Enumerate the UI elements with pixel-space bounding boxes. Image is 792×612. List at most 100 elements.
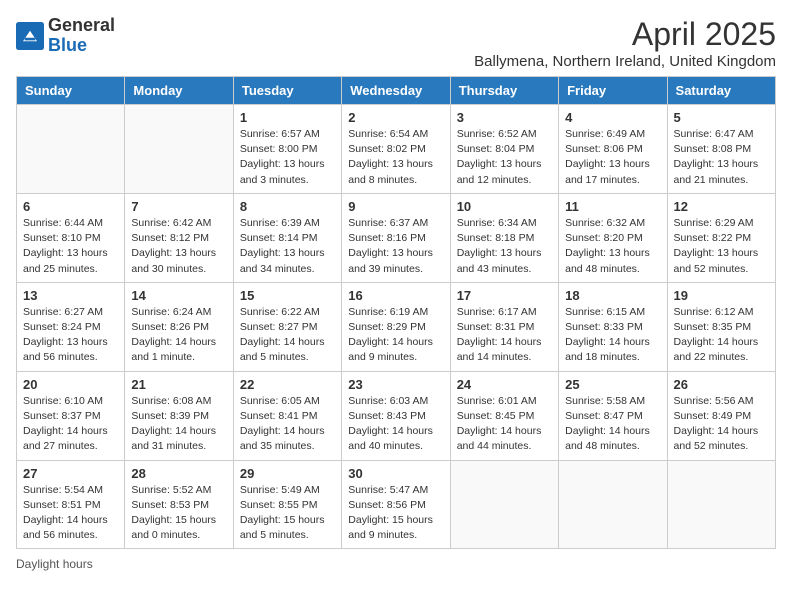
day-info: Sunrise: 6:27 AMSunset: 8:24 PMDaylight:…: [23, 305, 118, 366]
calendar-cell: [559, 460, 667, 549]
day-info: Sunrise: 5:47 AMSunset: 8:56 PMDaylight:…: [348, 483, 443, 544]
day-number: 13: [23, 288, 118, 303]
day-header-wednesday: Wednesday: [342, 77, 450, 105]
logo: General Blue: [16, 16, 115, 56]
logo-general-text: General: [48, 15, 115, 35]
calendar-cell: 30 Sunrise: 5:47 AMSunset: 8:56 PMDayligh…: [342, 460, 450, 549]
calendar-cell: 21Sunrise: 6:08 AMSunset: 8:39 PMDayligh…: [125, 371, 233, 460]
day-number: 5: [674, 110, 769, 125]
day-number: 20: [23, 377, 118, 392]
day-number: 28: [131, 466, 226, 481]
day-number: 14: [131, 288, 226, 303]
day-info: Sunrise: 5:54 AMSunset: 8:51 PMDaylight:…: [23, 483, 118, 544]
day-info: Sunrise: 6:54 AMSunset: 8:02 PMDaylight:…: [348, 127, 443, 188]
day-header-friday: Friday: [559, 77, 667, 105]
day-info: Sunrise: 6:32 AMSunset: 8:20 PMDaylight:…: [565, 216, 660, 277]
calendar-cell: 12 Sunrise: 6:29 AMSunset: 8:22 PMDayligh…: [667, 193, 775, 282]
day-header-monday: Monday: [125, 77, 233, 105]
day-number: 19: [674, 288, 769, 303]
calendar-cell: 8Sunrise: 6:39 AMSunset: 8:14 PMDaylight…: [233, 193, 341, 282]
calendar-week-row: 13 Sunrise: 6:27 AMSunset: 8:24 PMDayligh…: [17, 282, 776, 371]
day-info: Sunrise: 5:52 AMSunset: 8:53 PMDaylight:…: [131, 483, 226, 544]
day-header-sunday: Sunday: [17, 77, 125, 105]
day-info: Sunrise: 6:03 AMSunset: 8:43 PMDaylight:…: [348, 394, 443, 455]
calendar-week-row: 20 Sunrise: 6:10 AMSunset: 8:37 PMDayligh…: [17, 371, 776, 460]
day-info: Sunrise: 6:05 AMSunset: 8:41 PMDaylight:…: [240, 394, 335, 455]
day-header-thursday: Thursday: [450, 77, 558, 105]
day-number: 22: [240, 377, 335, 392]
day-number: 9: [348, 199, 443, 214]
calendar-cell: 24Sunrise: 6:01 AMSunset: 8:45 PMDayligh…: [450, 371, 558, 460]
day-info: Sunrise: 6:47 AMSunset: 8:08 PMDaylight:…: [674, 127, 769, 188]
calendar-cell: 18 Sunrise: 6:15 AMSunset: 8:33 PMDayligh…: [559, 282, 667, 371]
calendar-header-row: SundayMondayTuesdayWednesdayThursdayFrid…: [17, 77, 776, 105]
day-number: 21: [131, 377, 226, 392]
calendar-week-row: 6 Sunrise: 6:44 AMSunset: 8:10 PMDaylight…: [17, 193, 776, 282]
day-info: Sunrise: 6:19 AMSunset: 8:29 PMDaylight:…: [348, 305, 443, 366]
calendar-cell: 28 Sunrise: 5:52 AMSunset: 8:53 PMDayligh…: [125, 460, 233, 549]
calendar-cell: 3 Sunrise: 6:52 AMSunset: 8:04 PMDaylight…: [450, 105, 558, 194]
day-number: 10: [457, 199, 552, 214]
day-number: 4: [565, 110, 660, 125]
calendar-week-row: 1 Sunrise: 6:57 AMSunset: 8:00 PMDaylight…: [17, 105, 776, 194]
day-number: 27: [23, 466, 118, 481]
day-number: 17: [457, 288, 552, 303]
day-info: Sunrise: 6:24 AMSunset: 8:26 PMDaylight:…: [131, 305, 226, 366]
calendar-cell: 25 Sunrise: 5:58 AMSunset: 8:47 PMDayligh…: [559, 371, 667, 460]
title-block: April 2025 Ballymena, Northern Ireland, …: [474, 16, 776, 70]
calendar-cell: [667, 460, 775, 549]
day-info: Sunrise: 5:56 AMSunset: 8:49 PMDaylight:…: [674, 394, 769, 455]
day-header-saturday: Saturday: [667, 77, 775, 105]
calendar-cell: 22 Sunrise: 6:05 AMSunset: 8:41 PMDayligh…: [233, 371, 341, 460]
logo-icon: [16, 22, 44, 50]
calendar-cell: 2 Sunrise: 6:54 AMSunset: 8:02 PMDaylight…: [342, 105, 450, 194]
day-number: 24: [457, 377, 552, 392]
calendar-cell: 5 Sunrise: 6:47 AMSunset: 8:08 PMDaylight…: [667, 105, 775, 194]
day-info: Sunrise: 6:57 AMSunset: 8:00 PMDaylight:…: [240, 127, 335, 188]
calendar-cell: 6 Sunrise: 6:44 AMSunset: 8:10 PMDaylight…: [17, 193, 125, 282]
day-number: 11: [565, 199, 660, 214]
calendar-cell: 27 Sunrise: 5:54 AMSunset: 8:51 PMDayligh…: [17, 460, 125, 549]
calendar-week-row: 27 Sunrise: 5:54 AMSunset: 8:51 PMDayligh…: [17, 460, 776, 549]
calendar-table: SundayMondayTuesdayWednesdayThursdayFrid…: [16, 76, 776, 549]
day-info: Sunrise: 6:22 AMSunset: 8:27 PMDaylight:…: [240, 305, 335, 366]
day-number: 3: [457, 110, 552, 125]
day-number: 1: [240, 110, 335, 125]
day-number: 12: [674, 199, 769, 214]
calendar-cell: 9 Sunrise: 6:37 AMSunset: 8:16 PMDaylight…: [342, 193, 450, 282]
day-info: Sunrise: 6:49 AMSunset: 8:06 PMDaylight:…: [565, 127, 660, 188]
month-title: April 2025: [474, 16, 776, 53]
day-info: Sunrise: 6:42 AMSunset: 8:12 PMDaylight:…: [131, 216, 226, 277]
calendar-cell: 13 Sunrise: 6:27 AMSunset: 8:24 PMDayligh…: [17, 282, 125, 371]
day-info: Sunrise: 6:10 AMSunset: 8:37 PMDaylight:…: [23, 394, 118, 455]
calendar-cell: 7 Sunrise: 6:42 AMSunset: 8:12 PMDaylight…: [125, 193, 233, 282]
day-number: 16: [348, 288, 443, 303]
day-number: 6: [23, 199, 118, 214]
day-info: Sunrise: 6:15 AMSunset: 8:33 PMDaylight:…: [565, 305, 660, 366]
day-number: 7: [131, 199, 226, 214]
day-info: Sunrise: 6:17 AMSunset: 8:31 PMDaylight:…: [457, 305, 552, 366]
day-info: Sunrise: 6:34 AMSunset: 8:18 PMDaylight:…: [457, 216, 552, 277]
day-info: Sunrise: 6:37 AMSunset: 8:16 PMDaylight:…: [348, 216, 443, 277]
day-info: Sunrise: 6:52 AMSunset: 8:04 PMDaylight:…: [457, 127, 552, 188]
day-info: Sunrise: 6:44 AMSunset: 8:10 PMDaylight:…: [23, 216, 118, 277]
location-subtitle: Ballymena, Northern Ireland, United King…: [474, 53, 776, 70]
day-number: 30: [348, 466, 443, 481]
calendar-cell: 19Sunrise: 6:12 AMSunset: 8:35 PMDayligh…: [667, 282, 775, 371]
calendar-cell: [450, 460, 558, 549]
day-number: 25: [565, 377, 660, 392]
day-header-tuesday: Tuesday: [233, 77, 341, 105]
calendar-cell: [17, 105, 125, 194]
calendar-cell: 26 Sunrise: 5:56 AMSunset: 8:49 PMDayligh…: [667, 371, 775, 460]
day-info: Sunrise: 5:58 AMSunset: 8:47 PMDaylight:…: [565, 394, 660, 455]
day-number: 15: [240, 288, 335, 303]
footer-note: Daylight hours: [16, 557, 776, 571]
day-number: 2: [348, 110, 443, 125]
calendar-cell: 11 Sunrise: 6:32 AMSunset: 8:20 PMDayligh…: [559, 193, 667, 282]
day-number: 23: [348, 377, 443, 392]
day-number: 29: [240, 466, 335, 481]
day-number: 18: [565, 288, 660, 303]
calendar-cell: 10 Sunrise: 6:34 AMSunset: 8:18 PMDayligh…: [450, 193, 558, 282]
day-number: 26: [674, 377, 769, 392]
day-info: Sunrise: 6:29 AMSunset: 8:22 PMDaylight:…: [674, 216, 769, 277]
